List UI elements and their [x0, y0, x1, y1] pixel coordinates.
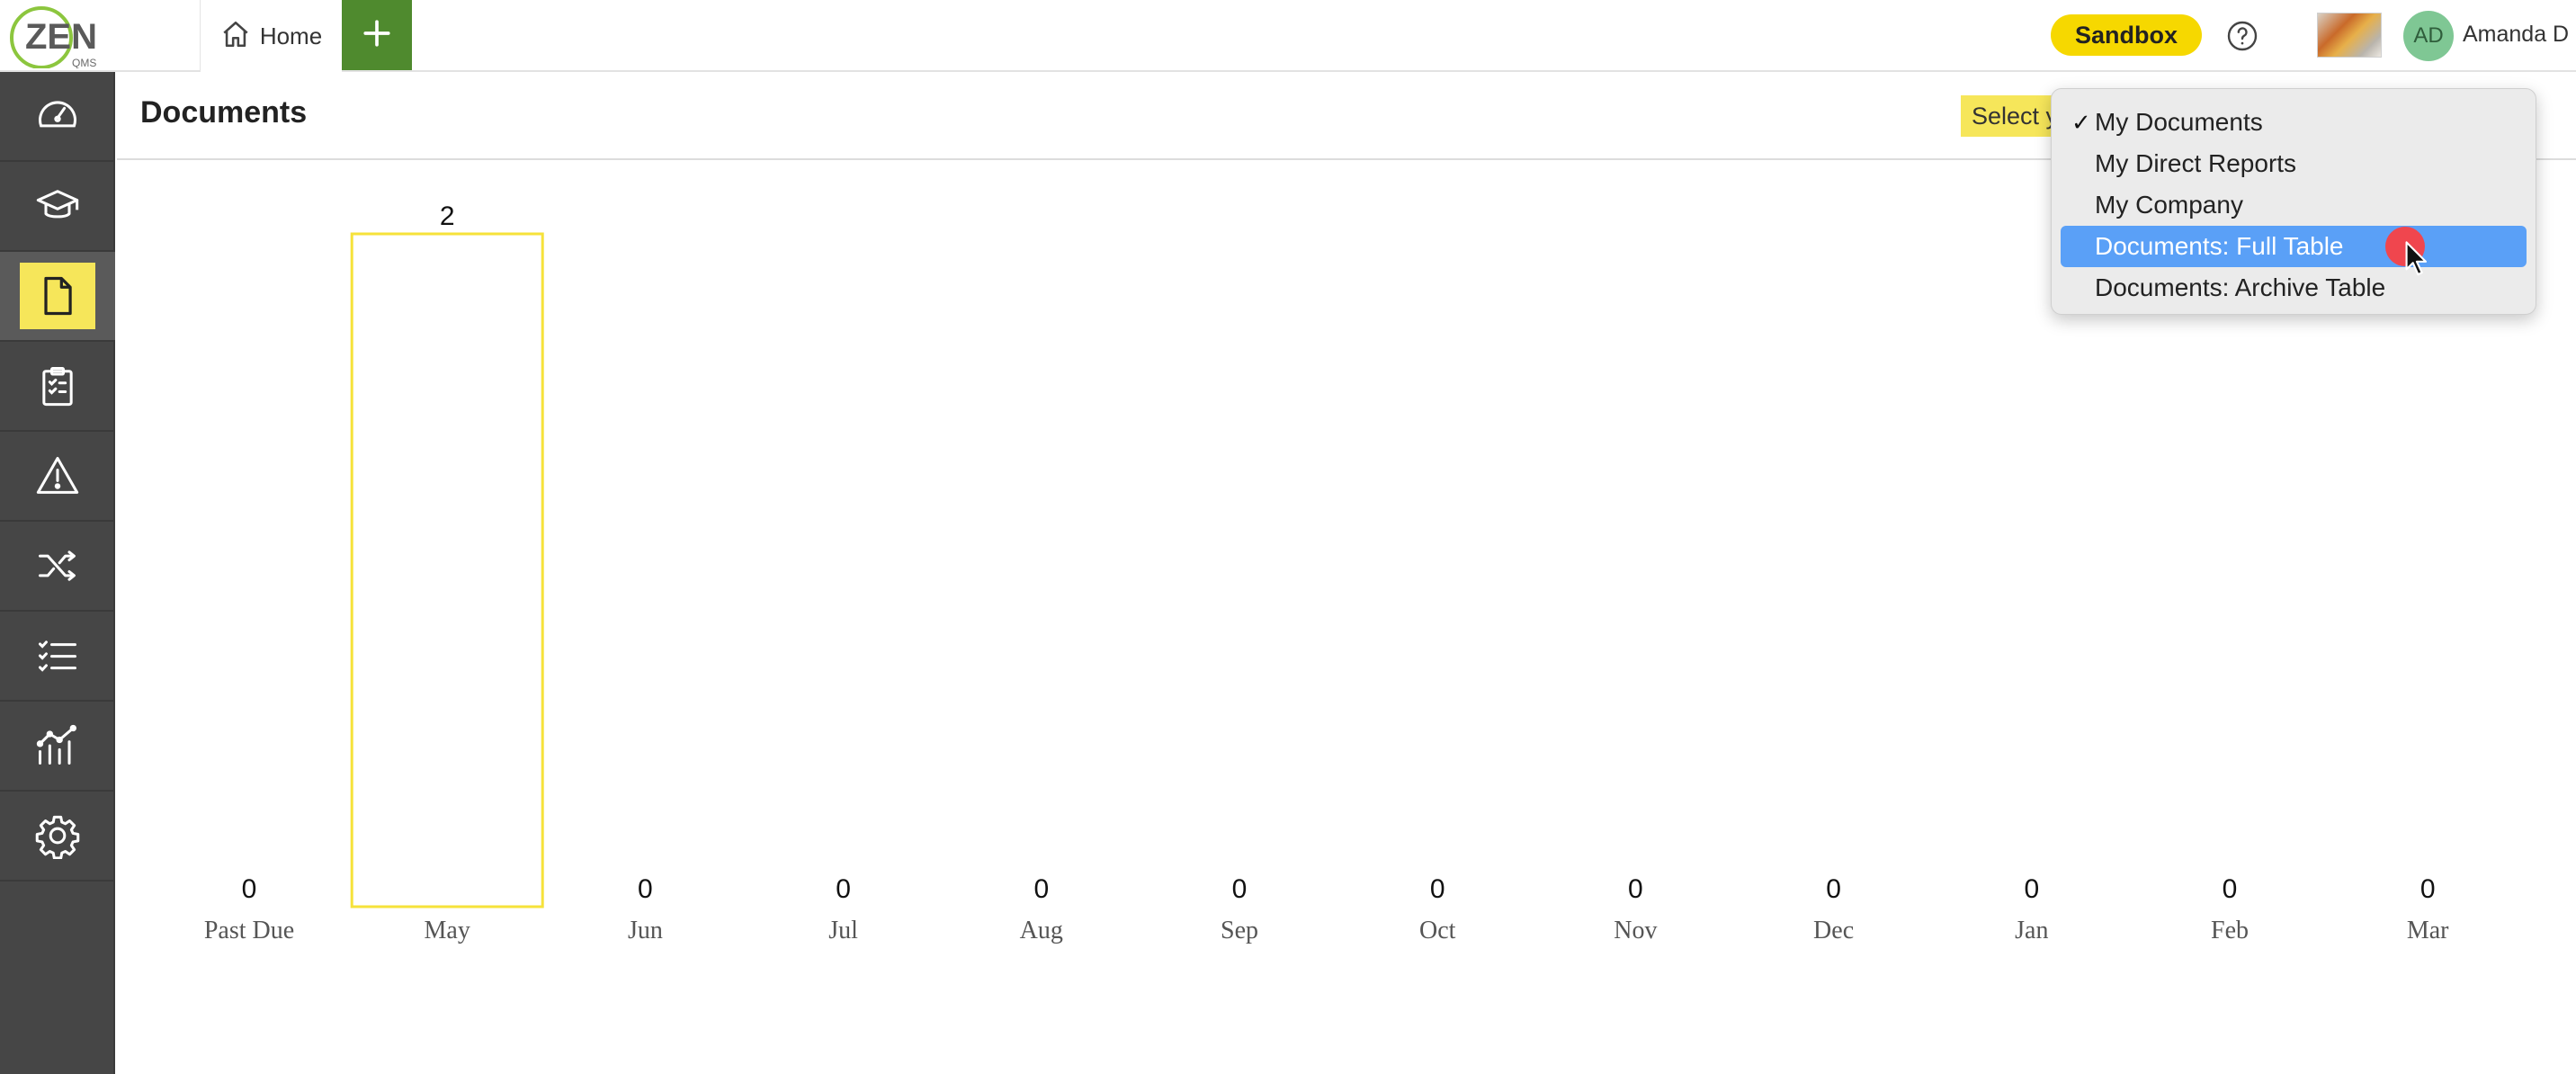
clipboard-checklist-icon: [42, 366, 73, 407]
shuffle-process-icon: [38, 550, 76, 581]
option-label: Documents: Archive Table: [2095, 273, 2386, 301]
category-label: Aug: [1020, 917, 1063, 944]
category-label: Oct: [1419, 917, 1456, 944]
top-bar: ZEN QMS Home Sandbox AD Amanda D: [0, 0, 2576, 72]
sidebar-item-documents[interactable]: [0, 252, 115, 342]
category-label: Mar: [2407, 917, 2449, 944]
bar-may[interactable]: [350, 232, 544, 908]
zen-qms-logo[interactable]: ZEN QMS: [9, 4, 110, 69]
category-label: Past Due: [204, 917, 294, 944]
data-label: 0: [1628, 874, 1643, 904]
dashboard-gauge-icon: [38, 101, 77, 128]
warning-triangle-icon: [36, 456, 79, 494]
option-my-documents[interactable]: ✓ My Documents: [2061, 102, 2527, 143]
checkmark-icon: ✓: [2071, 109, 2091, 136]
sidebar-item-audits[interactable]: [0, 342, 115, 432]
data-label: 0: [2420, 874, 2436, 904]
data-label: 0: [242, 874, 257, 904]
sidebar-item-training[interactable]: [0, 162, 115, 252]
option-documents-archive-table[interactable]: Documents: Archive Table: [2061, 267, 2527, 309]
data-label: 0: [1232, 874, 1248, 904]
svg-text:ZEN: ZEN: [25, 17, 97, 57]
option-my-company[interactable]: My Company: [2061, 184, 2527, 226]
active-highlight: [20, 263, 95, 329]
data-label: 2: [440, 201, 455, 231]
svg-text:QMS: QMS: [72, 57, 96, 68]
settings-gear-icon: [35, 815, 80, 859]
sandbox-badge[interactable]: Sandbox: [2051, 14, 2202, 56]
data-label: 0: [1826, 874, 1841, 904]
data-label: 0: [1033, 874, 1049, 904]
sidebar-item-analytics[interactable]: [0, 702, 115, 792]
company-image-thumbnail[interactable]: [2317, 13, 2382, 58]
analytics-chart-icon: [36, 724, 77, 765]
category-label: Dec: [1813, 917, 1854, 944]
document-icon: [44, 276, 72, 316]
sidebar-item-risk[interactable]: [0, 432, 115, 522]
category-label: May: [425, 917, 470, 944]
sidebar-item-change[interactable]: [0, 522, 115, 612]
user-name[interactable]: Amanda D: [2463, 22, 2569, 48]
tab-home[interactable]: Home: [200, 0, 342, 72]
option-label: My Documents: [2095, 108, 2263, 136]
sidebar: [0, 72, 115, 1074]
add-button[interactable]: [342, 0, 412, 70]
category-label: Jun: [628, 917, 663, 944]
checklist-icon: [38, 640, 77, 672]
category-label: Jul: [828, 917, 858, 944]
data-label: 0: [2223, 874, 2238, 904]
avatar[interactable]: AD: [2403, 11, 2454, 61]
option-my-direct-reports[interactable]: My Direct Reports: [2061, 143, 2527, 184]
help-icon[interactable]: [2226, 20, 2258, 52]
plus-icon: [362, 18, 392, 53]
option-label: My Direct Reports: [2095, 149, 2297, 177]
category-label: Nov: [1614, 917, 1657, 944]
tab-home-label: Home: [259, 22, 323, 49]
data-label: 0: [836, 874, 851, 904]
home-icon: [220, 19, 251, 54]
category-label: Feb: [2211, 917, 2249, 944]
mouse-cursor-icon: [2405, 241, 2428, 276]
data-label: 0: [1430, 874, 1445, 904]
sidebar-item-tasks[interactable]: [0, 612, 115, 702]
option-label: My Company: [2095, 191, 2243, 219]
data-label: 0: [2024, 874, 2039, 904]
view-dropdown-menu: ✓ My Documents My Direct Reports My Comp…: [2051, 88, 2536, 315]
option-documents-full-table[interactable]: Documents: Full Table: [2061, 226, 2527, 267]
sidebar-item-dashboard[interactable]: [0, 72, 115, 162]
sidebar-item-settings[interactable]: [0, 792, 115, 882]
page-title: Documents: [140, 95, 308, 130]
category-label: Sep: [1221, 917, 1258, 944]
training-cap-icon: [36, 190, 79, 219]
data-label: 0: [638, 874, 653, 904]
option-label: Documents: Full Table: [2095, 232, 2344, 260]
category-label: Jan: [2015, 917, 2048, 944]
